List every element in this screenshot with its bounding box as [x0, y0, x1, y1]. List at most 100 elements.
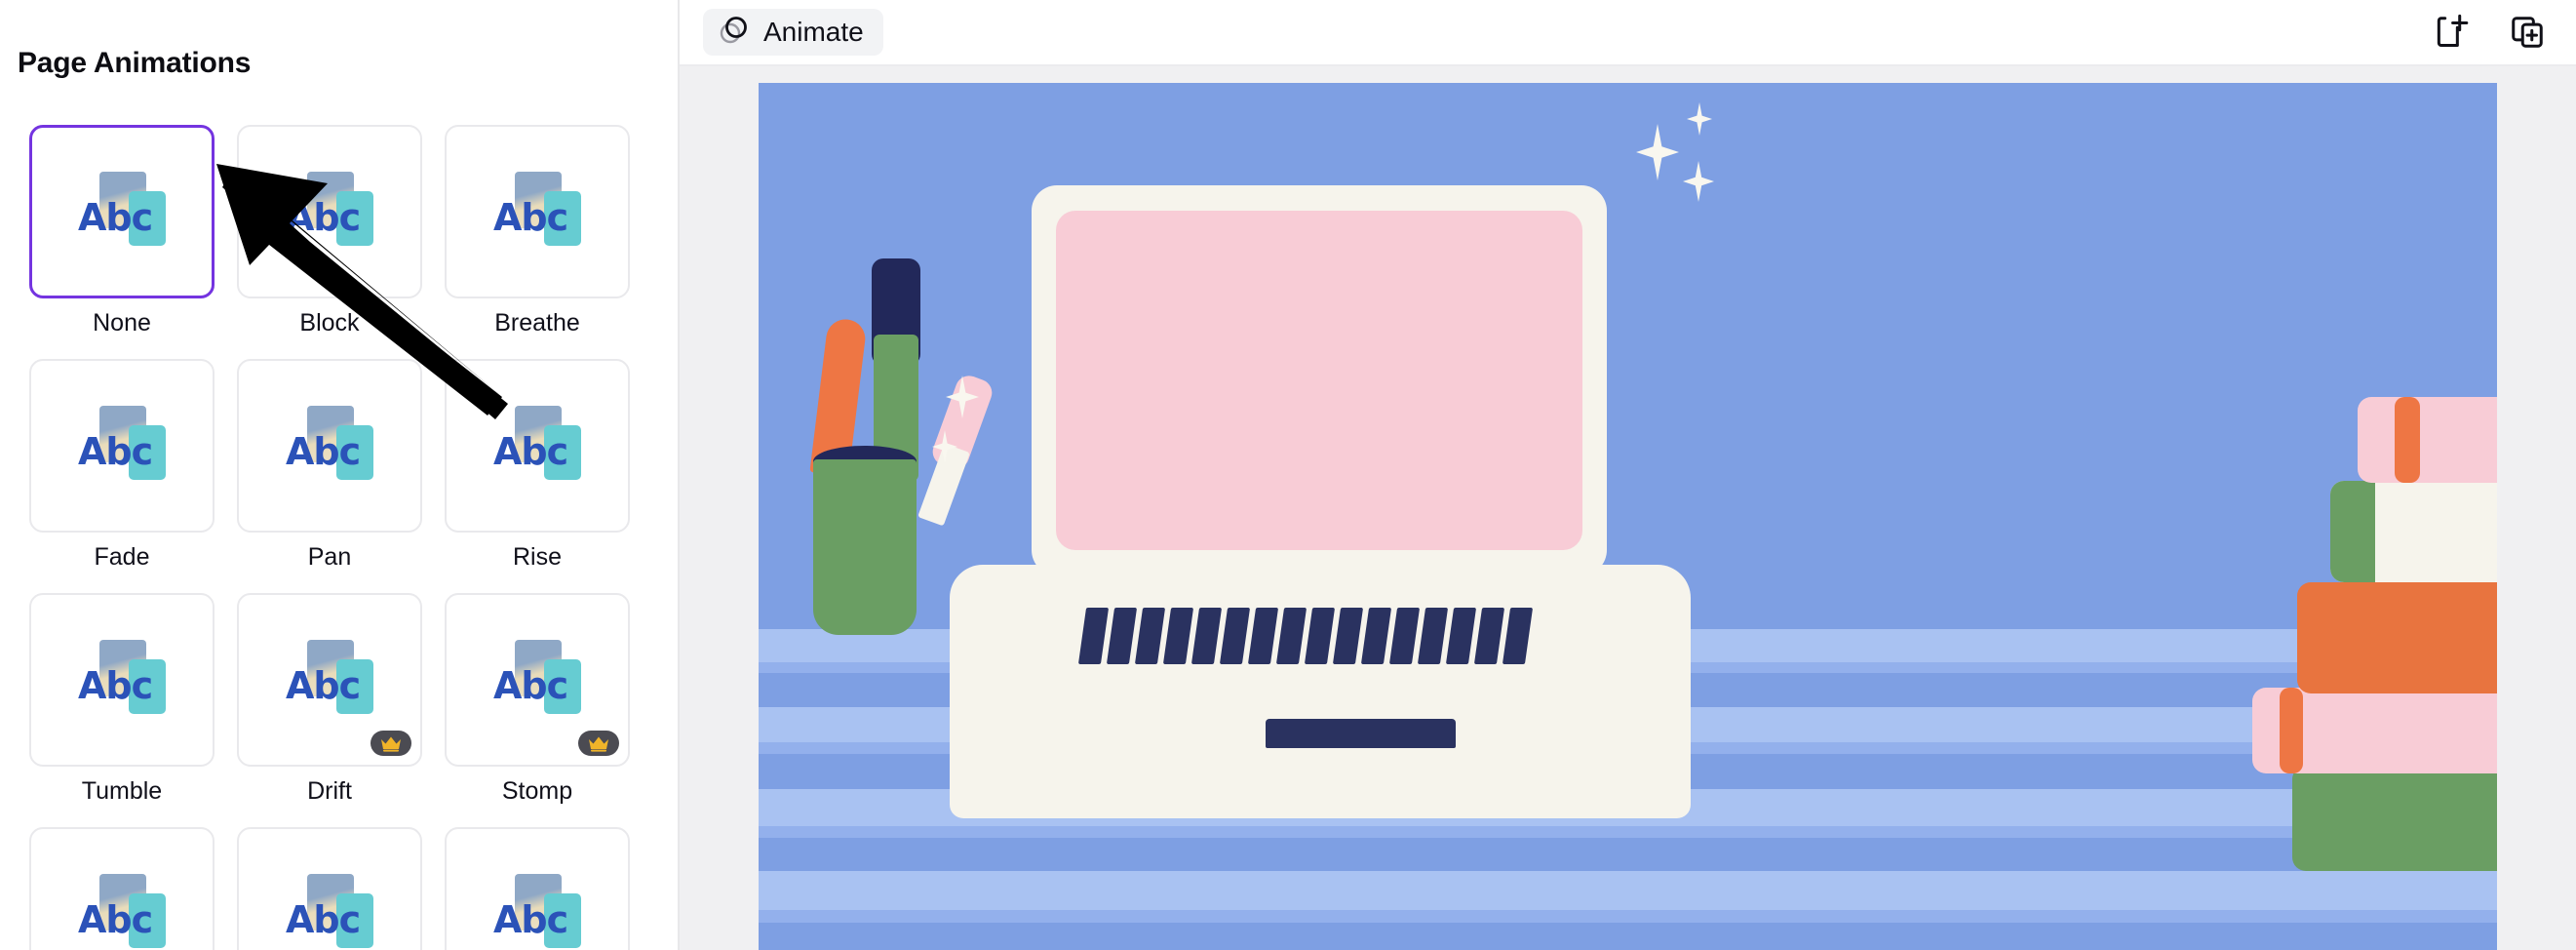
animation-label: None [93, 309, 151, 336]
slide-artboard[interactable] [759, 83, 2497, 950]
keyboard-key [1106, 608, 1138, 664]
animation-thumbnail: Abc [74, 404, 170, 488]
animate-button[interactable]: Animate [703, 9, 883, 56]
add-page-icon[interactable] [2430, 11, 2473, 54]
animation-card[interactable]: Abc [445, 827, 630, 950]
animation-thumbnail: Abc [74, 638, 170, 722]
book-band [2395, 397, 2420, 483]
duplicate-page-icon[interactable] [2506, 11, 2549, 54]
animation-option-drift: Abc Drift [237, 593, 422, 806]
thumbnail-abc-text: Abc [493, 664, 568, 707]
animation-card[interactable]: Abc [237, 125, 422, 298]
laptop-screen [1056, 211, 1582, 550]
animation-label: Breathe [494, 309, 580, 336]
animation-thumbnail: Abc [489, 872, 585, 950]
thumbnail-abc-text: Abc [286, 196, 361, 239]
laptop-trackpad [1266, 719, 1456, 748]
sparkle-icon [1683, 161, 1714, 202]
thumbnail-abc-text: Abc [493, 898, 568, 941]
thumbnail-abc-text: Abc [78, 898, 153, 941]
animation-card[interactable]: Abc [29, 359, 215, 533]
animation-card[interactable]: Abc [445, 593, 630, 767]
animation-option-tumble: Abc Tumble [29, 593, 215, 806]
animation-label: Stomp [501, 777, 573, 805]
animation-card[interactable]: Abc [29, 593, 215, 767]
animation-grid: Abc None Abc Block Abc Breathe Abc Fade Abc Pan Ab… [29, 125, 653, 950]
keyboard-key [1077, 608, 1110, 664]
animation-card[interactable]: Abc [29, 125, 215, 298]
animation-option-row4-10: Abc [237, 827, 422, 950]
animation-card[interactable]: Abc [237, 359, 422, 533]
book-cream-spine [2330, 481, 2375, 582]
keyboard-key [1388, 608, 1421, 664]
keyboard-key [1332, 608, 1364, 664]
keyboard-key [1247, 608, 1279, 664]
animation-label: Fade [94, 543, 150, 571]
animation-thumbnail: Abc [74, 872, 170, 950]
book-pink-top [2358, 397, 2497, 483]
animation-option-stomp: Abc Stomp [445, 593, 630, 806]
editor-area: Animate [680, 0, 2576, 950]
animation-option-row4-9: Abc [29, 827, 215, 950]
canvas-viewport[interactable] [680, 66, 2576, 950]
animation-option-breathe: Abc Breathe [445, 125, 630, 337]
animation-option-row4-11: Abc [445, 827, 630, 950]
keyboard-key [1190, 608, 1223, 664]
bg-stripe [759, 910, 2497, 923]
page-animations-panel: Page Animations Abc None Abc Block Abc Breath… [0, 0, 680, 950]
keyboard-key [1360, 608, 1392, 664]
animation-thumbnail: Abc [74, 170, 170, 254]
thumbnail-abc-text: Abc [78, 430, 153, 473]
keyboard-key [1134, 608, 1166, 664]
bg-stripe [759, 826, 2497, 838]
animation-card[interactable]: Abc [29, 827, 215, 950]
book-green [2292, 766, 2497, 871]
thumbnail-abc-text: Abc [493, 430, 568, 473]
laptop-lid [1032, 185, 1607, 575]
keyboard-key [1304, 608, 1336, 664]
thumbnail-abc-text: Abc [286, 430, 361, 473]
animation-option-block: Abc Block [237, 125, 422, 337]
book-band [2280, 688, 2303, 773]
thumbnail-abc-text: Abc [286, 898, 361, 941]
animation-card[interactable]: Abc [237, 593, 422, 767]
animation-thumbnail: Abc [489, 404, 585, 488]
thumbnail-abc-text: Abc [286, 664, 361, 707]
animation-thumbnail: Abc [282, 170, 377, 254]
app-root: Page Animations Abc None Abc Block Abc Breath… [0, 0, 2576, 950]
thumbnail-abc-text: Abc [78, 664, 153, 707]
animation-label: Pan [307, 543, 352, 571]
animation-thumbnail: Abc [282, 638, 377, 722]
keyboard-key [1473, 608, 1505, 664]
animation-option-fade: Abc Fade [29, 359, 215, 572]
crown-icon [578, 731, 619, 756]
crown-icon [371, 731, 411, 756]
toolbar-right-actions [2430, 11, 2576, 54]
laptop-keyboard [1077, 608, 1537, 666]
sparkle-icon [1636, 124, 1679, 180]
page-title: Page Animations [18, 47, 252, 79]
keyboard-key [1502, 608, 1534, 664]
animation-card[interactable]: Abc [237, 827, 422, 950]
animation-card[interactable]: Abc [445, 125, 630, 298]
animation-label: Block [299, 309, 360, 336]
sparkle-icon [1687, 102, 1712, 136]
thumbnail-abc-text: Abc [78, 196, 153, 239]
thumbnail-abc-text: Abc [493, 196, 568, 239]
keyboard-key [1417, 608, 1449, 664]
animation-option-rise: Abc Rise [445, 359, 630, 572]
animation-label: Tumble [81, 777, 163, 805]
keyboard-key [1445, 608, 1477, 664]
animation-option-pan: Abc Pan [237, 359, 422, 572]
laptop-base [950, 565, 1691, 818]
keyboard-key [1219, 608, 1251, 664]
animation-card[interactable]: Abc [445, 359, 630, 533]
animate-button-label: Animate [763, 17, 864, 47]
book-orange [2297, 582, 2497, 693]
keyboard-key [1275, 608, 1308, 664]
animation-thumbnail: Abc [282, 872, 377, 950]
animation-thumbnail: Abc [282, 404, 377, 488]
animation-label: Rise [512, 543, 562, 571]
animation-thumbnail: Abc [489, 638, 585, 722]
bg-stripe [759, 871, 2497, 910]
